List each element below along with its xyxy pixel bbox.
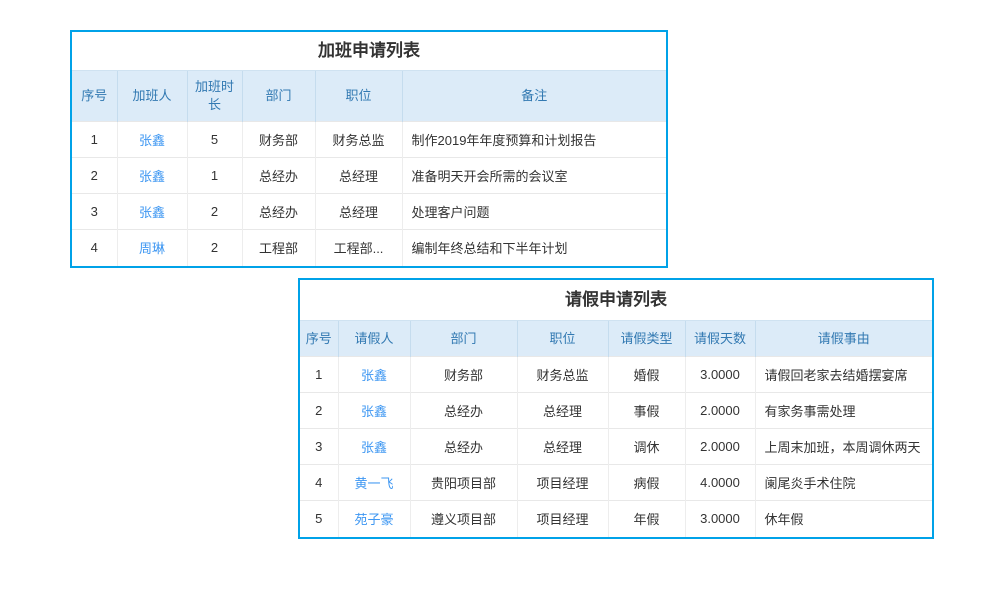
- cell-reason: 上周末加班，本周调休两天: [755, 429, 932, 465]
- cell-reason: 有家务事需处理: [755, 393, 932, 429]
- cell-remark: 处理客户问题: [402, 194, 666, 230]
- overtime-table-card: 加班申请列表 序号 加班人 加班时长 部门 职位 备注 1 张鑫 5 财务部 财…: [70, 30, 668, 268]
- table-row: 2 张鑫 1 总经办 总经理 准备明天开会所需的会议室: [72, 158, 666, 194]
- cell-no: 4: [72, 230, 117, 266]
- cell-type: 事假: [608, 393, 685, 429]
- cell-dept: 总经办: [242, 158, 315, 194]
- table-row: 1 张鑫 5 财务部 财务总监 制作2019年年度预算和计划报告: [72, 122, 666, 158]
- leave-col-days: 请假天数: [685, 321, 755, 357]
- overtime-table: 序号 加班人 加班时长 部门 职位 备注 1 张鑫 5 财务部 财务总监 制作2…: [72, 70, 666, 266]
- table-row: 3 张鑫 总经办 总经理 调休 2.0000 上周末加班，本周调休两天: [300, 429, 932, 465]
- cell-no: 2: [300, 393, 338, 429]
- cell-hours: 2: [187, 194, 242, 230]
- cell-position: 项目经理: [517, 465, 608, 501]
- cell-dept: 财务部: [410, 357, 517, 393]
- cell-days: 3.0000: [685, 357, 755, 393]
- cell-remark: 制作2019年年度预算和计划报告: [402, 122, 666, 158]
- cell-position: 财务总监: [315, 122, 402, 158]
- leave-table-card: 请假申请列表 序号 请假人 部门 职位 请假类型 请假天数 请假事由 1 张鑫 …: [298, 278, 934, 539]
- cell-position: 总经理: [315, 158, 402, 194]
- table-row: 1 张鑫 财务部 财务总监 婚假 3.0000 请假回老家去结婚摆宴席: [300, 357, 932, 393]
- cell-no: 1: [72, 122, 117, 158]
- cell-no: 5: [300, 501, 338, 537]
- cell-dept: 财务部: [242, 122, 315, 158]
- cell-no: 1: [300, 357, 338, 393]
- overtime-table-title: 加班申请列表: [72, 32, 666, 70]
- leave-header-row: 序号 请假人 部门 职位 请假类型 请假天数 请假事由: [300, 321, 932, 357]
- cell-remark: 准备明天开会所需的会议室: [402, 158, 666, 194]
- overtime-person-link[interactable]: 周琳: [117, 230, 187, 266]
- cell-position: 财务总监: [517, 357, 608, 393]
- leave-person-link[interactable]: 黄一飞: [338, 465, 410, 501]
- cell-days: 2.0000: [685, 393, 755, 429]
- cell-reason: 阑尾炎手术住院: [755, 465, 932, 501]
- cell-dept: 总经办: [410, 429, 517, 465]
- overtime-person-link[interactable]: 张鑫: [117, 158, 187, 194]
- cell-dept: 遵义项目部: [410, 501, 517, 537]
- cell-dept: 总经办: [242, 194, 315, 230]
- cell-hours: 2: [187, 230, 242, 266]
- leave-col-person: 请假人: [338, 321, 410, 357]
- cell-dept: 贵阳项目部: [410, 465, 517, 501]
- overtime-person-link[interactable]: 张鑫: [117, 122, 187, 158]
- leave-table-title: 请假申请列表: [300, 280, 932, 320]
- leave-col-position: 职位: [517, 321, 608, 357]
- cell-type: 调休: [608, 429, 685, 465]
- leave-person-link[interactable]: 张鑫: [338, 357, 410, 393]
- leave-person-link[interactable]: 张鑫: [338, 393, 410, 429]
- cell-position: 总经理: [517, 393, 608, 429]
- cell-reason: 请假回老家去结婚摆宴席: [755, 357, 932, 393]
- overtime-col-person: 加班人: [117, 71, 187, 122]
- cell-no: 4: [300, 465, 338, 501]
- cell-dept: 总经办: [410, 393, 517, 429]
- table-row: 5 苑子豪 遵义项目部 项目经理 年假 3.0000 休年假: [300, 501, 932, 537]
- table-row: 4 黄一飞 贵阳项目部 项目经理 病假 4.0000 阑尾炎手术住院: [300, 465, 932, 501]
- cell-no: 3: [72, 194, 117, 230]
- table-row: 4 周琳 2 工程部 工程部... 编制年终总结和下半年计划: [72, 230, 666, 266]
- leave-col-dept: 部门: [410, 321, 517, 357]
- cell-remark: 编制年终总结和下半年计划: [402, 230, 666, 266]
- leave-person-link[interactable]: 张鑫: [338, 429, 410, 465]
- cell-type: 年假: [608, 501, 685, 537]
- cell-days: 4.0000: [685, 465, 755, 501]
- leave-table: 序号 请假人 部门 职位 请假类型 请假天数 请假事由 1 张鑫 财务部 财务总…: [300, 320, 932, 537]
- cell-hours: 5: [187, 122, 242, 158]
- cell-days: 2.0000: [685, 429, 755, 465]
- cell-position: 工程部...: [315, 230, 402, 266]
- cell-reason: 休年假: [755, 501, 932, 537]
- cell-type: 病假: [608, 465, 685, 501]
- cell-position: 项目经理: [517, 501, 608, 537]
- overtime-col-dept: 部门: [242, 71, 315, 122]
- overtime-person-link[interactable]: 张鑫: [117, 194, 187, 230]
- overtime-header-row: 序号 加班人 加班时长 部门 职位 备注: [72, 71, 666, 122]
- cell-days: 3.0000: [685, 501, 755, 537]
- cell-position: 总经理: [315, 194, 402, 230]
- leave-col-reason: 请假事由: [755, 321, 932, 357]
- cell-position: 总经理: [517, 429, 608, 465]
- overtime-col-remark: 备注: [402, 71, 666, 122]
- cell-no: 2: [72, 158, 117, 194]
- leave-col-no: 序号: [300, 321, 338, 357]
- overtime-col-position: 职位: [315, 71, 402, 122]
- leave-person-link[interactable]: 苑子豪: [338, 501, 410, 537]
- table-row: 3 张鑫 2 总经办 总经理 处理客户问题: [72, 194, 666, 230]
- cell-type: 婚假: [608, 357, 685, 393]
- cell-dept: 工程部: [242, 230, 315, 266]
- cell-no: 3: [300, 429, 338, 465]
- cell-hours: 1: [187, 158, 242, 194]
- table-row: 2 张鑫 总经办 总经理 事假 2.0000 有家务事需处理: [300, 393, 932, 429]
- overtime-col-hours: 加班时长: [187, 71, 242, 122]
- leave-col-type: 请假类型: [608, 321, 685, 357]
- overtime-col-no: 序号: [72, 71, 117, 122]
